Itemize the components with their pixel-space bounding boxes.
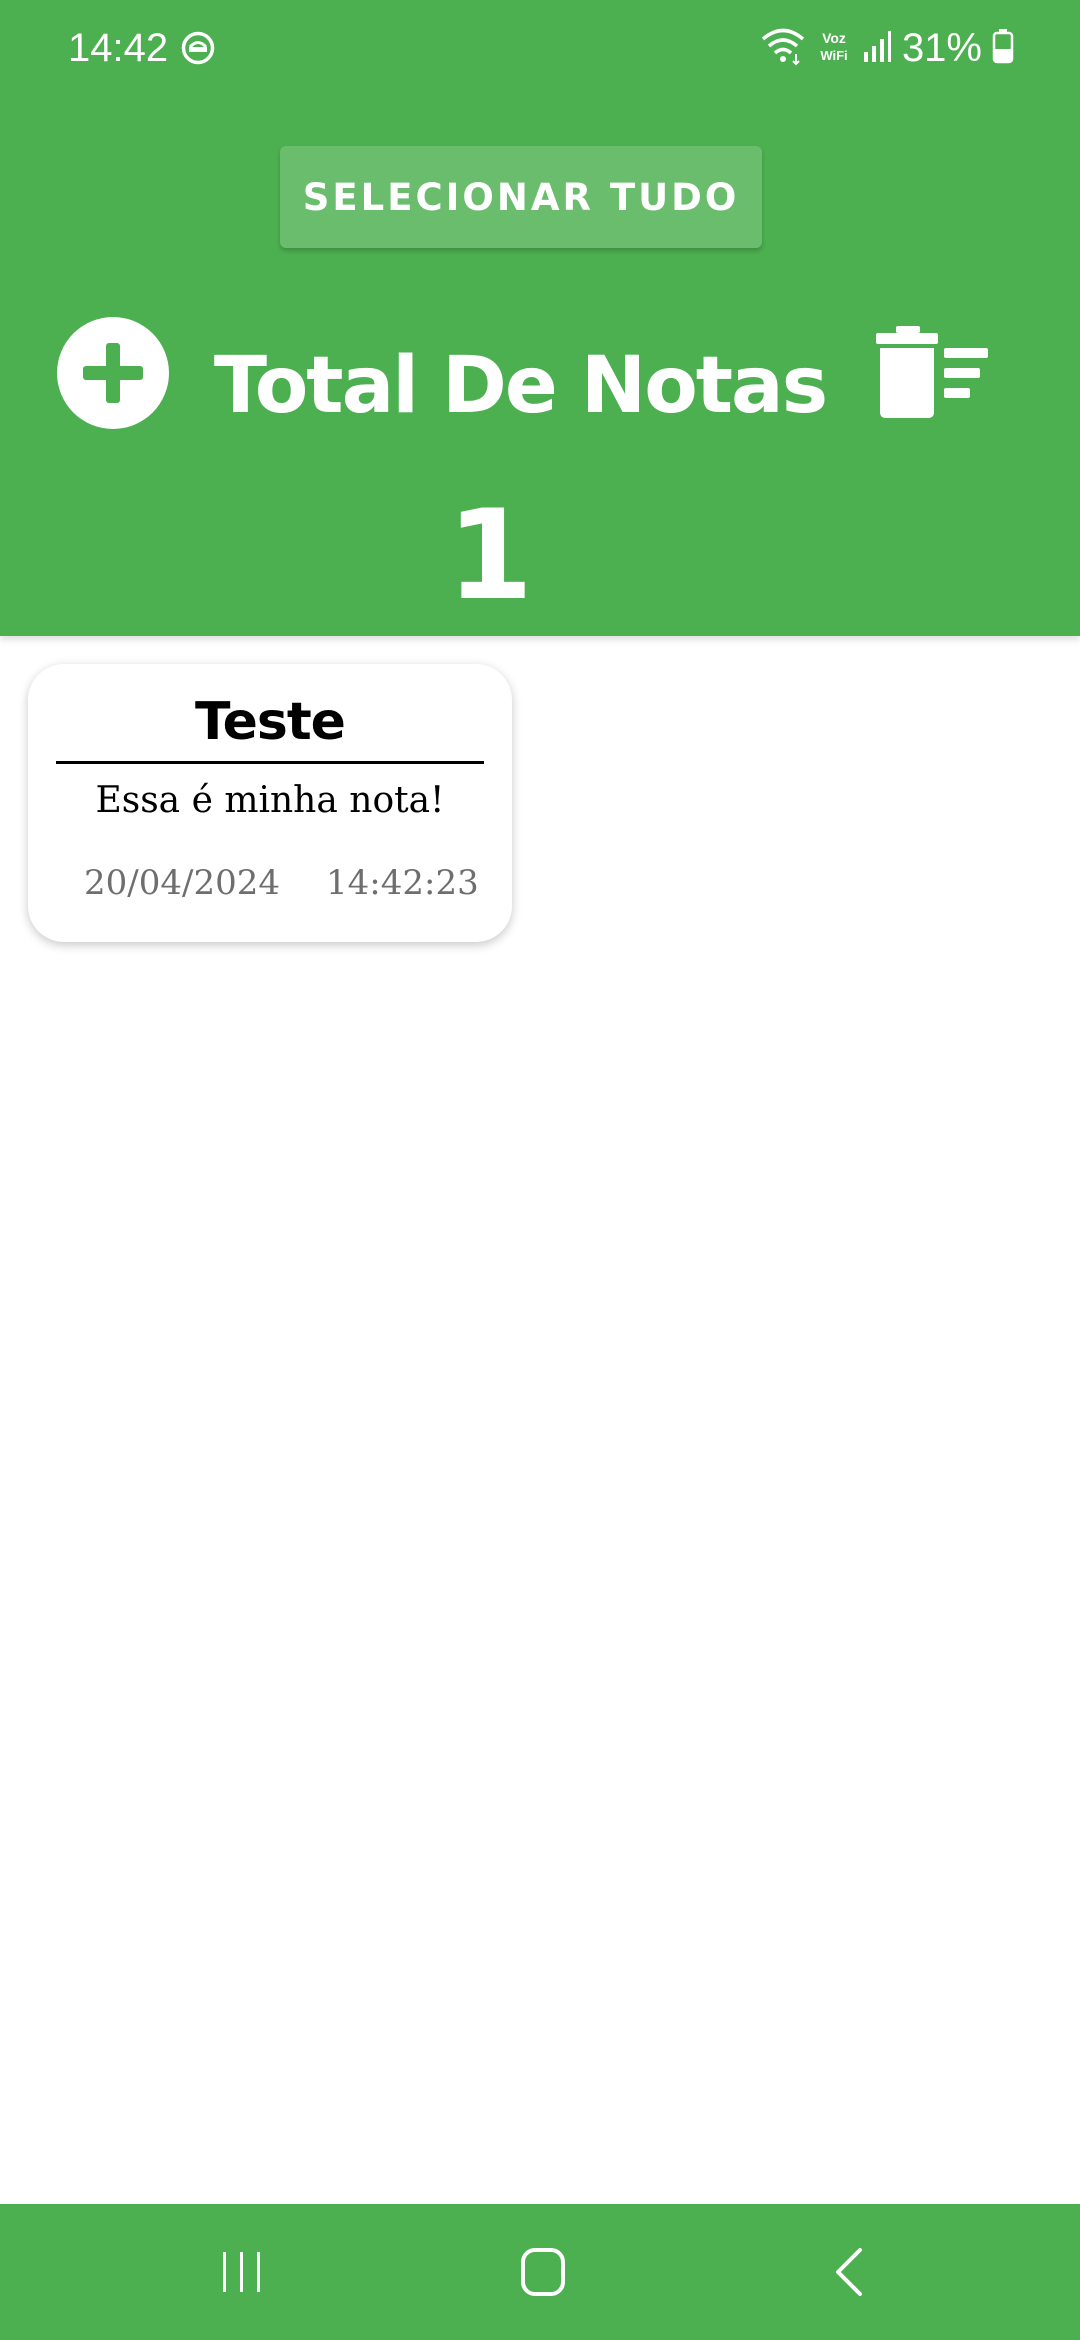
do-not-disturb-icon — [180, 30, 216, 66]
navigation-bar — [0, 2204, 1080, 2340]
note-card[interactable]: Teste Essa é minha nota! 20/04/2024 14:4… — [28, 664, 512, 942]
note-time: 14:42:23 — [326, 863, 479, 903]
note-title: Teste — [195, 692, 346, 752]
total-notes-count: 1 — [446, 484, 534, 628]
status-bar: 14:42 Voz WiFi 31% — [0, 0, 1080, 96]
recent-apps-button[interactable] — [202, 2238, 282, 2306]
add-note-button[interactable] — [57, 317, 169, 429]
status-icons: Voz WiFi 31% — [760, 20, 1014, 76]
home-button[interactable] — [503, 2238, 583, 2306]
signal-icon — [862, 28, 892, 68]
battery-icon — [992, 28, 1014, 68]
back-button[interactable] — [808, 2238, 888, 2306]
app-header: 14:42 Voz WiFi 31% SELECIONAR TUDO Total… — [0, 0, 1080, 636]
back-icon — [808, 2238, 888, 2306]
battery-percent: 31% — [901, 26, 982, 70]
status-time: 14:42 — [68, 26, 169, 70]
svg-text:Voz: Voz — [822, 30, 846, 46]
delete-notes-button[interactable] — [872, 324, 992, 424]
home-icon — [503, 2238, 583, 2306]
select-all-button[interactable]: SELECIONAR TUDO — [280, 146, 762, 248]
page-title: Total De Notas — [213, 341, 828, 431]
trash-list-icon — [872, 326, 992, 427]
note-body: Essa é minha nota! — [95, 780, 445, 821]
recent-apps-icon — [202, 2238, 282, 2306]
note-date: 20/04/2024 — [84, 863, 280, 903]
voz-wifi-icon: Voz WiFi — [816, 28, 852, 68]
wifi-icon — [760, 26, 806, 70]
svg-text:WiFi: WiFi — [820, 48, 847, 63]
plus-icon — [57, 317, 169, 429]
note-divider — [56, 761, 484, 764]
